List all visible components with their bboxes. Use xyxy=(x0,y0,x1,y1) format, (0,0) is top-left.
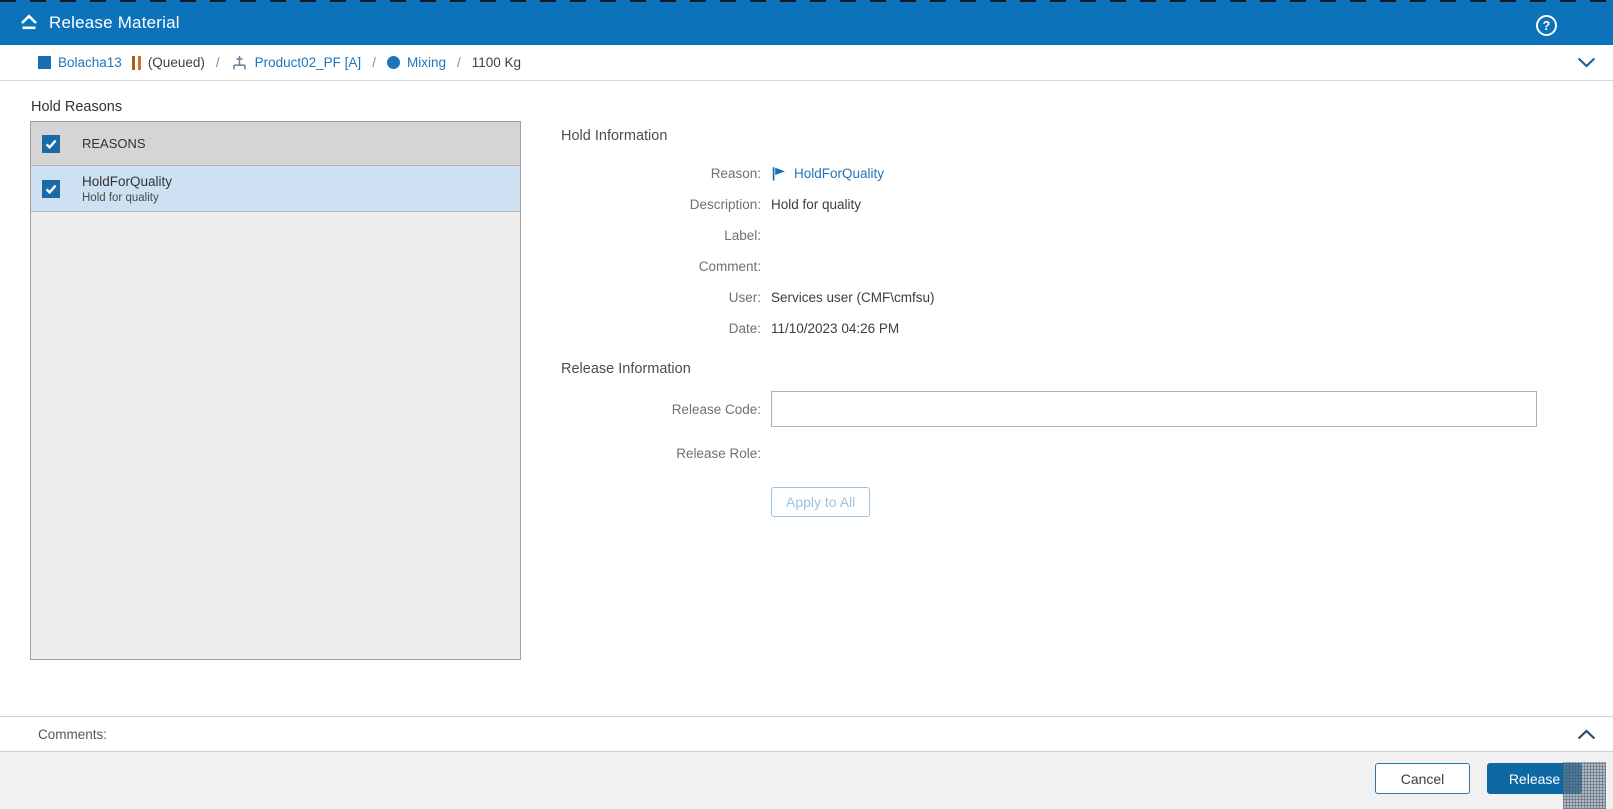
hold-reasons-table: REASONS HoldForQuality Hold for quality xyxy=(30,121,521,660)
comments-label: Comments: xyxy=(38,726,108,742)
field-description: Description: Hold for quality xyxy=(561,189,1537,220)
material-square-icon xyxy=(38,56,51,69)
breadcrumb-product: Product02_PF [A] xyxy=(231,55,362,71)
hold-information-title: Hold Information xyxy=(561,128,668,144)
breadcrumb-material-link[interactable]: Bolacha13 xyxy=(58,55,122,70)
screenshot-edge-artifact xyxy=(0,0,1613,2)
field-value: Services user (CMF\cmfsu) xyxy=(771,290,935,305)
help-icon[interactable]: ? xyxy=(1536,15,1557,36)
chevron-up-icon[interactable] xyxy=(1577,728,1596,740)
select-all-checkbox[interactable] xyxy=(42,134,60,153)
table-row[interactable]: HoldForQuality Hold for quality xyxy=(31,166,520,212)
field-comment: Comment: xyxy=(561,251,1537,282)
breadcrumb-step: Mixing xyxy=(386,55,446,70)
title-bar: Release Material ? xyxy=(0,0,1613,45)
field-value: 11/10/2023 04:26 PM xyxy=(771,321,900,336)
field-value: HoldForQuality xyxy=(771,165,884,182)
hold-reasons-table-header: REASONS xyxy=(31,122,520,166)
pause-icon xyxy=(131,55,141,70)
cancel-button[interactable]: Cancel xyxy=(1375,763,1470,794)
breadcrumb: Bolacha13 (Queued) / Product02_PF [A] / … xyxy=(0,45,1613,81)
breadcrumb-quantity: 1100 Kg xyxy=(471,55,522,70)
chevron-down-icon[interactable] xyxy=(1577,57,1596,68)
breadcrumb-separator: / xyxy=(456,55,461,70)
reasons-column-header: REASONS xyxy=(82,136,146,151)
flag-icon xyxy=(772,166,785,180)
footer-bar: Cancel Release xyxy=(0,752,1613,809)
step-circle-icon xyxy=(386,56,400,69)
field-user: User: Services user (CMF\cmfsu) xyxy=(561,282,1537,313)
field-label: Date: xyxy=(728,321,761,336)
page-title: Release Material xyxy=(49,12,180,32)
reason-name: HoldForQuality xyxy=(82,173,173,189)
breadcrumb-product-link[interactable]: Product02_PF [A] xyxy=(255,55,362,70)
row-checkbox[interactable] xyxy=(42,179,60,198)
field-label: Comment: xyxy=(698,259,761,274)
field-label: Label: xyxy=(724,228,761,243)
field-label: Reason: xyxy=(710,166,761,181)
hold-reasons-section-label: Hold Reasons xyxy=(31,99,123,115)
row-text: HoldForQuality Hold for quality xyxy=(82,174,172,204)
breadcrumb-material: Bolacha13 (Queued) xyxy=(38,55,205,70)
comments-section[interactable]: Comments: xyxy=(0,716,1613,752)
eject-icon[interactable] xyxy=(20,14,38,31)
release-role-label: Release Role: xyxy=(676,445,761,461)
cursor-overlay-artifact xyxy=(1563,762,1606,809)
hold-information-fields: Reason: HoldForQuality Description: Hold… xyxy=(561,158,1537,344)
apply-to-all-button[interactable]: Apply to All xyxy=(771,487,871,517)
reason-link[interactable]: HoldForQuality xyxy=(794,166,884,181)
material-state: (Queued) xyxy=(147,55,205,70)
release-role-row: Release Role: xyxy=(561,443,1537,463)
reason-description: Hold for quality xyxy=(82,191,159,204)
product-icon xyxy=(232,55,246,69)
checkbox-check-icon xyxy=(45,184,57,194)
field-label: Description: xyxy=(689,197,761,212)
field-label-field: Label: xyxy=(561,220,1537,251)
breadcrumb-separator: / xyxy=(372,55,376,70)
checkbox-check-icon xyxy=(45,139,57,149)
release-code-input[interactable] xyxy=(771,391,1537,427)
release-code-row: Release Code: xyxy=(561,391,1537,427)
release-information-title: Release Information xyxy=(561,361,691,377)
release-code-label: Release Code: xyxy=(671,401,761,417)
field-reason: Reason: HoldForQuality xyxy=(561,158,1537,189)
breadcrumb-step-link[interactable]: Mixing xyxy=(407,55,446,70)
field-label: User: xyxy=(728,290,761,305)
field-value: Hold for quality xyxy=(771,197,862,212)
details-panel: Hold Information Reason: HoldForQuality … xyxy=(561,128,1537,517)
breadcrumb-separator: / xyxy=(215,55,220,70)
field-date: Date: 11/10/2023 04:26 PM xyxy=(561,313,1537,344)
